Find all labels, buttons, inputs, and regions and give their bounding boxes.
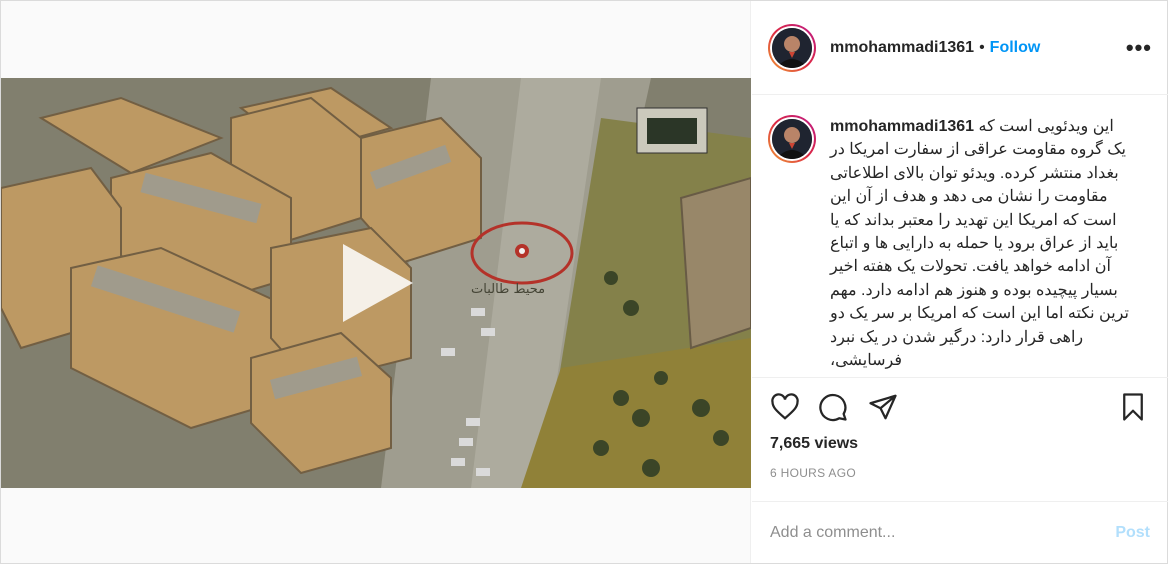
caption-username[interactable]: mmohammadi1361: [830, 118, 974, 135]
post-sidebar: mmohammadi1361 • Follow ••• mmohammadi13…: [752, 1, 1168, 563]
comment-icon[interactable]: [818, 392, 848, 422]
comments-area: mmohammadi1361 این ویدئویی است که یک گرو…: [752, 95, 1168, 377]
more-options-button[interactable]: •••: [1126, 35, 1152, 61]
post-comment-button[interactable]: Post: [1115, 524, 1150, 542]
post-header: mmohammadi1361 • Follow •••: [752, 1, 1168, 95]
paper-plane-icon[interactable]: [868, 392, 898, 422]
follow-button[interactable]: Follow: [990, 39, 1041, 57]
caption-avatar[interactable]: [768, 115, 816, 163]
video-player[interactable]: محیط طالبات: [1, 78, 751, 488]
header-username[interactable]: mmohammadi1361: [830, 39, 974, 57]
separator-dot: •: [979, 38, 985, 56]
play-icon[interactable]: [331, 238, 421, 328]
comment-form: Post: [752, 501, 1168, 563]
action-bar: [752, 377, 1168, 427]
media-panel: محیط طالبات: [1, 1, 751, 563]
view-count[interactable]: 7,665 views: [770, 435, 858, 453]
bookmark-icon[interactable]: [1118, 392, 1148, 422]
avatar[interactable]: [768, 23, 816, 72]
profile-photo: [772, 119, 812, 159]
post-dialog: محیط طالبات mmohammadi1361 • Follow ••• …: [0, 0, 1168, 564]
heart-icon[interactable]: [770, 392, 800, 422]
post-caption: mmohammadi1361 این ویدئویی است که یک گرو…: [830, 115, 1130, 369]
post-timestamp[interactable]: 6 HOURS AGO: [770, 466, 856, 480]
caption-text: این ویدئویی است که یک گروه مقاومت عراقی …: [830, 118, 1129, 370]
profile-photo: [772, 27, 812, 68]
comment-input[interactable]: [770, 523, 1116, 542]
